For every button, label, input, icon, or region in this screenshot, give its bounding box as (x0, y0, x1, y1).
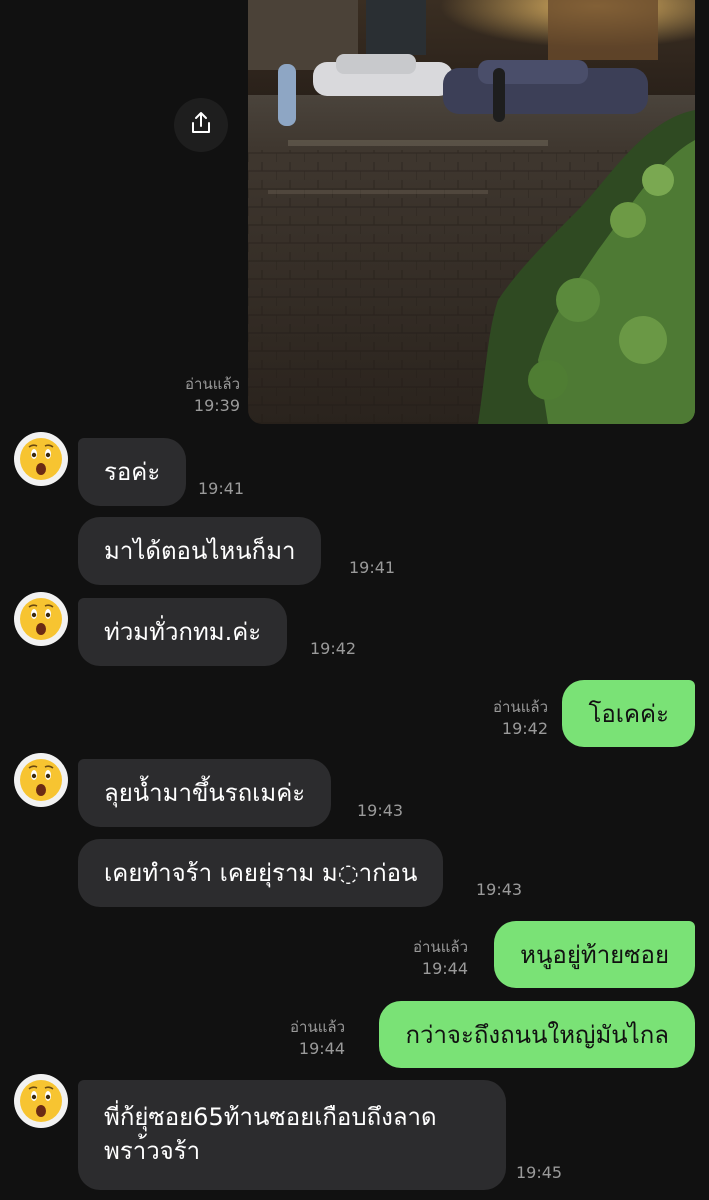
message-time: 19:43 (476, 880, 523, 899)
share-upload-icon (188, 110, 214, 140)
message-time: 19:44 (421, 959, 468, 978)
message-text: ลุยน้ำมาขึ้นรถเมค่ะ (104, 779, 306, 807)
avatar[interactable] (14, 432, 68, 486)
message-time: 19:41 (198, 479, 245, 498)
message-time: 19:39 (193, 396, 240, 415)
message-bubble[interactable]: ลุยน้ำมาขึ้นรถเมค่ะ (78, 759, 332, 827)
read-receipt: อ่านแล้ว (413, 938, 468, 956)
photo-message-meta: อ่านแล้ว 19:39 (150, 374, 240, 416)
read-receipt: อ่านแล้ว (290, 1018, 345, 1036)
flooded-street-photo[interactable] (248, 0, 695, 424)
read-receipt: อ่านแล้ว (493, 698, 548, 716)
message-bubble[interactable]: รอค่ะ (78, 438, 187, 506)
message-time: 19:42 (310, 639, 357, 658)
message-time: 19:42 (501, 719, 548, 738)
astonished-face-icon (20, 1080, 62, 1122)
message-meta: อ่านแล้ว 19:44 (378, 937, 468, 979)
message-time: 19:41 (349, 558, 396, 577)
message-text: รอค่ะ (104, 458, 161, 486)
message-time: 19:44 (298, 1039, 345, 1058)
message-meta: อ่านแล้ว 19:42 (458, 697, 548, 739)
message-bubble[interactable]: โอเคค่ะ (562, 680, 695, 747)
avatar[interactable] (14, 592, 68, 646)
message-text: เคยทำจร้า เคยยุ่ราม ม◌าก่อน (104, 859, 418, 887)
message-text-line: พรา้วจร้า (104, 1137, 201, 1165)
astonished-face-icon (20, 598, 62, 640)
avatar[interactable] (14, 1074, 68, 1128)
message-bubble[interactable]: มาได้ตอนไหนก็มา (78, 517, 322, 585)
message-time: 19:43 (357, 801, 404, 820)
message-text-line: พี่ก้ยุ่ซอย65ท้านซอยเกือบถึงลาด (104, 1103, 437, 1131)
message-time: 19:45 (516, 1163, 563, 1182)
message-bubble[interactable]: กว่าจะถึงถนนใหญ่มันไกล (379, 1001, 695, 1068)
astonished-face-icon (20, 759, 62, 801)
message-text: กว่าจะถึงถนนใหญ่มันไกล (405, 1020, 669, 1049)
avatar[interactable] (14, 753, 68, 807)
share-button[interactable] (174, 98, 228, 152)
message-text: ท่วมทั่วกทม.ค่ะ (104, 618, 262, 646)
message-bubble[interactable]: หนูอยู่ท้ายซอย (494, 921, 695, 988)
read-receipt: อ่านแล้ว (185, 375, 240, 393)
astonished-face-icon (20, 438, 62, 480)
message-text: โอเคค่ะ (588, 699, 669, 728)
message-bubble[interactable]: พี่ก้ยุ่ซอย65ท้านซอยเกือบถึงลาด พรา้วจร้… (78, 1080, 506, 1190)
message-text: มาได้ตอนไหนก็มา (104, 537, 296, 565)
message-meta: อ่านแล้ว 19:44 (255, 1017, 345, 1059)
message-bubble[interactable]: เคยทำจร้า เคยยุ่ราม ม◌าก่อน (78, 839, 444, 907)
message-bubble[interactable]: ท่วมทั่วกทม.ค่ะ (78, 598, 288, 666)
message-text: หนูอยู่ท้ายซอย (520, 940, 669, 969)
